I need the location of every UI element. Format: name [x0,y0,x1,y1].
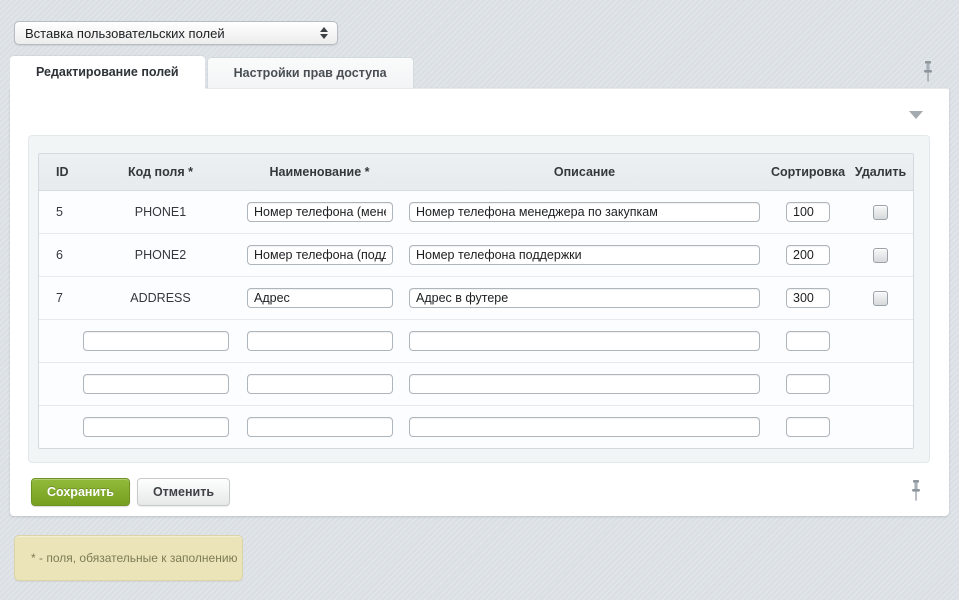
cell-field-name [238,331,401,351]
field-name-input[interactable] [247,417,393,437]
save-button[interactable]: Сохранить [31,478,130,506]
fields-table-body: 5PHONE16PHONE27ADDRESS [39,191,913,448]
field-row: 7ADDRESS [39,277,913,320]
cell-field-name [238,288,401,308]
page: Вставка пользовательских полей Редактиро… [0,0,959,600]
cell-field-code [83,331,238,351]
field-description-input[interactable] [409,245,760,265]
field-name-input[interactable] [247,202,393,222]
tab-edit-fields[interactable]: Редактирование полей [10,56,205,89]
table-header-row: ID Код поля * Наименование * Описание Со… [39,154,913,191]
header-code: Код поля * [83,165,238,179]
cell-field-code: PHONE2 [83,248,238,262]
field-description-input[interactable] [409,288,760,308]
cell-field-description [401,245,768,265]
cell-field-name [238,374,401,394]
empty-field-row [39,406,913,448]
cell-id: 7 [39,291,83,305]
header-id: ID [39,165,83,179]
cell-field-sort [768,202,848,222]
field-row: 5PHONE1 [39,191,913,234]
tab-access-rights-label: Настройки прав доступа [234,66,387,80]
field-name-input[interactable] [247,374,393,394]
new-field-code-input[interactable] [83,374,229,394]
field-description-input[interactable] [409,331,760,351]
field-sort-input[interactable] [786,202,830,222]
cell-field-description [401,202,768,222]
cell-field-sort [768,417,848,437]
tab-edit-fields-label: Редактирование полей [36,65,179,79]
field-sort-input[interactable] [786,417,830,437]
field-name-input[interactable] [247,288,393,308]
cell-field-code [83,417,238,437]
field-description-input[interactable] [409,202,760,222]
field-description-input[interactable] [409,374,760,394]
required-fields-note-text: * - поля, обязательные к заполнению [31,551,238,565]
edit-fields-panel: ID Код поля * Наименование * Описание Со… [10,88,949,516]
cell-field-code [83,374,238,394]
cell-field-sort [768,245,848,265]
pin-icon[interactable] [909,479,923,503]
cancel-button[interactable]: Отменить [137,478,230,506]
required-fields-note: * - поля, обязательные к заполнению [14,535,243,581]
empty-field-row [39,363,913,406]
tab-bar: Редактирование полей Настройки прав дост… [10,56,414,88]
delete-checkbox[interactable] [873,205,888,220]
cell-field-delete [848,248,913,263]
custom-fields-select[interactable]: Вставка пользовательских полей [14,21,338,45]
delete-checkbox[interactable] [873,248,888,263]
header-desc: Описание [401,165,768,179]
cell-field-delete [848,205,913,220]
cell-field-name [238,202,401,222]
button-row: Сохранить Отменить [31,478,230,506]
cell-field-name [238,245,401,265]
cell-field-sort [768,288,848,308]
up-down-arrows-icon [315,27,337,39]
collapse-arrow-icon[interactable] [909,111,923,119]
cell-field-code: PHONE1 [83,205,238,219]
cell-field-name [238,417,401,437]
delete-checkbox[interactable] [873,291,888,306]
cell-field-description [401,331,768,351]
field-sort-input[interactable] [786,374,830,394]
cell-id: 6 [39,248,83,262]
field-name-input[interactable] [247,331,393,351]
header-sort: Сортировка [768,165,848,179]
fields-table: ID Код поля * Наименование * Описание Со… [38,153,914,449]
form-area: ID Код поля * Наименование * Описание Со… [28,135,930,463]
select-value: Вставка пользовательских полей [15,26,315,41]
cell-field-delete [848,291,913,306]
empty-field-row [39,320,913,363]
cell-field-description [401,374,768,394]
tab-access-rights[interactable]: Настройки прав доступа [207,57,414,88]
cell-field-description [401,417,768,437]
field-row: 6PHONE2 [39,234,913,277]
field-sort-input[interactable] [786,331,830,351]
cell-field-sort [768,331,848,351]
cell-field-sort [768,374,848,394]
new-field-code-input[interactable] [83,331,229,351]
field-sort-input[interactable] [786,288,830,308]
cell-id: 5 [39,205,83,219]
header-name: Наименование * [238,165,401,179]
header-delete: Удалить [848,165,913,179]
cell-field-code: ADDRESS [83,291,238,305]
new-field-code-input[interactable] [83,417,229,437]
cell-field-description [401,288,768,308]
field-description-input[interactable] [409,417,760,437]
field-sort-input[interactable] [786,245,830,265]
pin-icon[interactable] [921,60,935,84]
field-name-input[interactable] [247,245,393,265]
